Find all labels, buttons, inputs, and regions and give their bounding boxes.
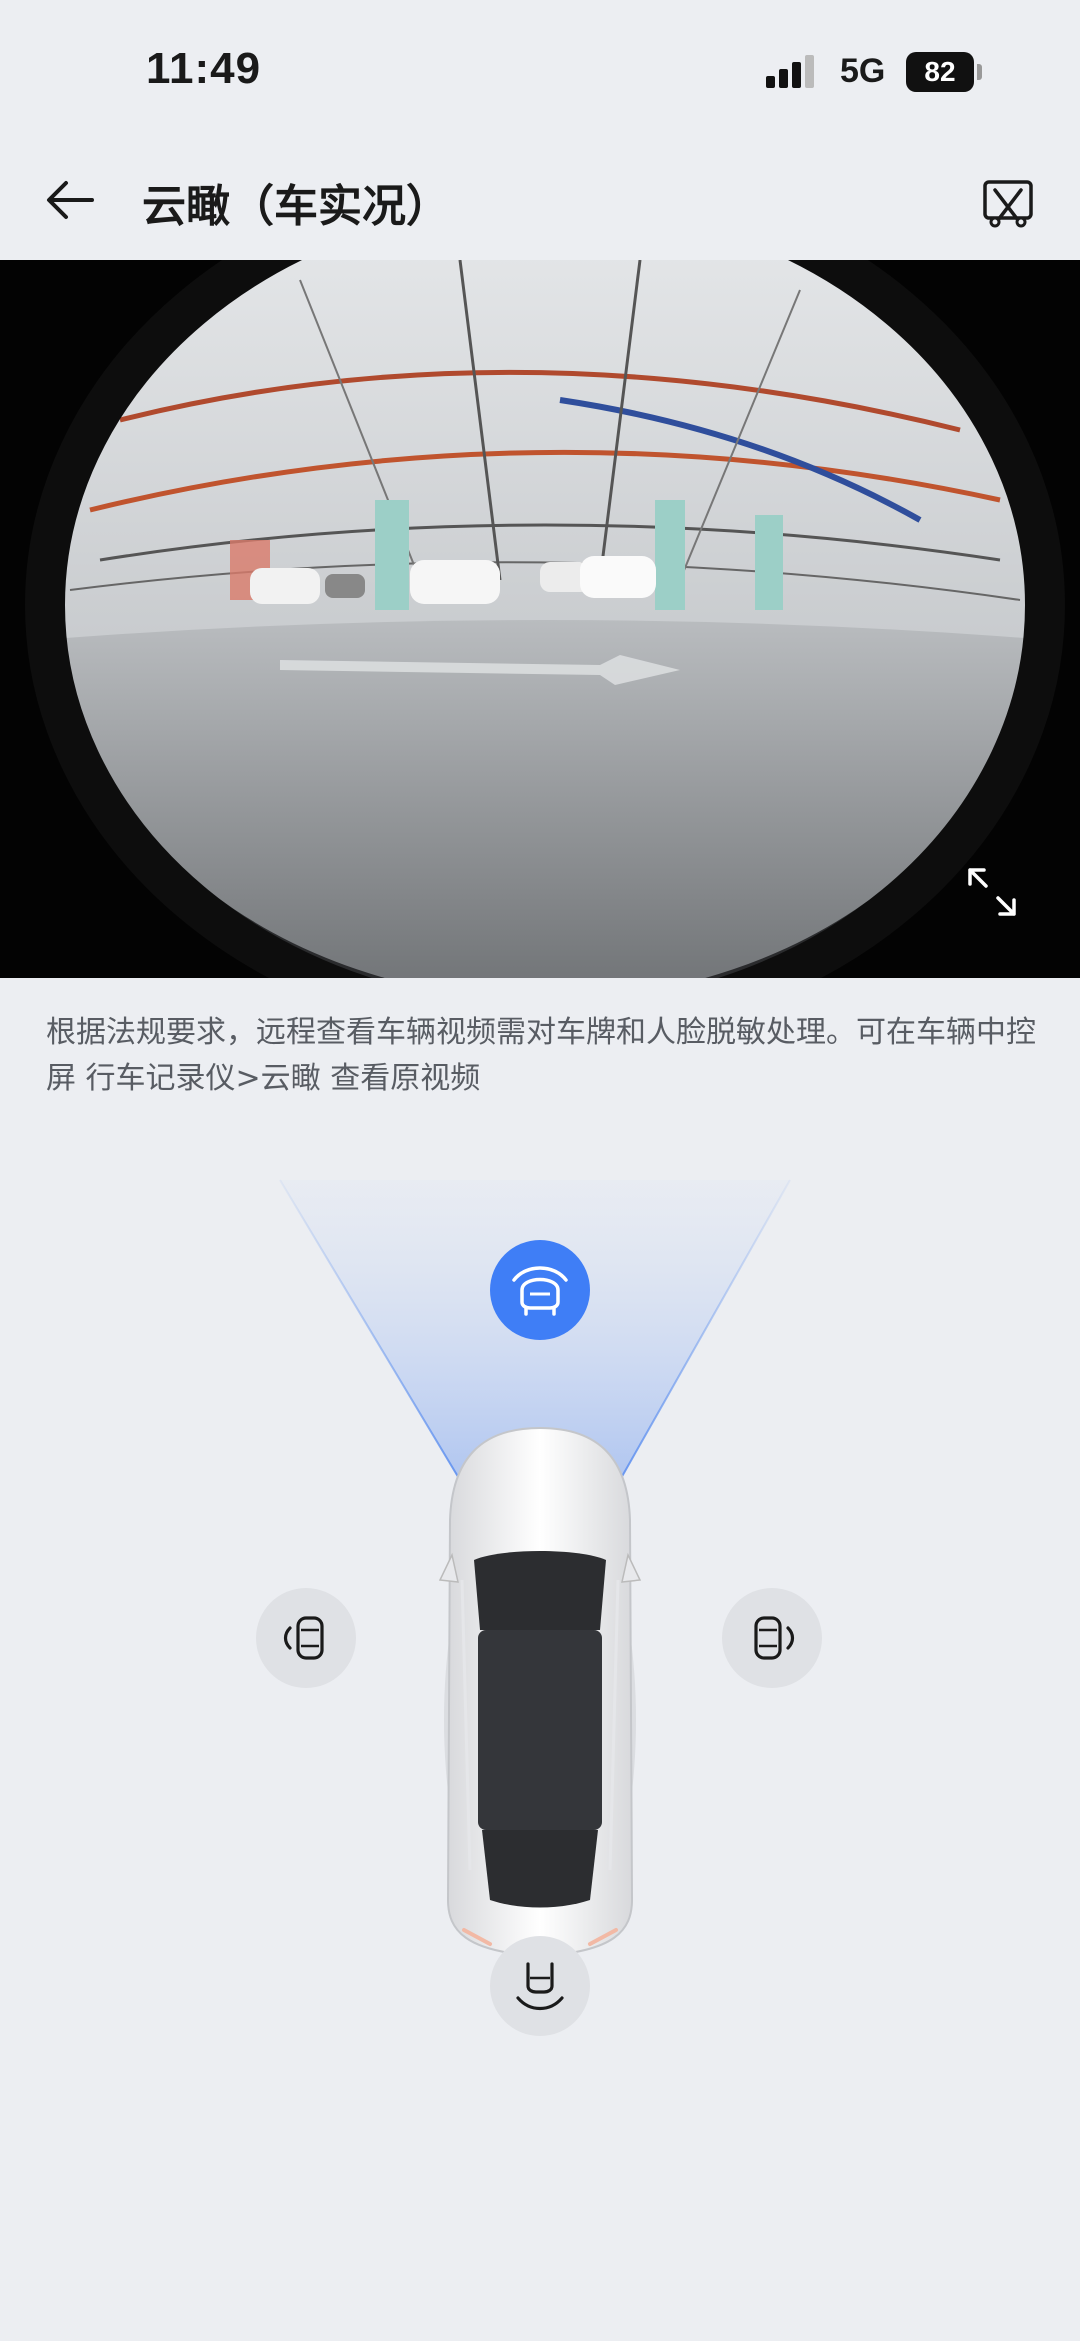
left-camera-icon <box>283 1616 324 1660</box>
camera-selector-diagram <box>0 1110 1080 2110</box>
cellular-signal-icon <box>766 55 814 88</box>
screen-cast-icon[interactable] <box>980 176 1036 232</box>
rear-camera-button[interactable] <box>490 1936 590 2036</box>
status-bar: 11:49 5G 82 <box>0 0 1080 140</box>
right-camera-icon <box>754 1616 795 1660</box>
back-arrow-icon[interactable] <box>40 170 100 230</box>
live-video-feed[interactable] <box>0 260 1080 978</box>
app-header: 云瞰（车实况） <box>0 140 1080 258</box>
page-title: 云瞰（车实况） <box>142 181 450 232</box>
privacy-notice: 根据法规要求，远程查看车辆视频需对车牌和人脸脱敏处理。可在车辆中控屏 行车记录仪… <box>46 1015 1036 1096</box>
right-camera-button[interactable] <box>722 1588 822 1688</box>
fullscreen-expand-icon[interactable] <box>964 864 1020 920</box>
front-camera-button[interactable] <box>490 1240 590 1340</box>
status-time: 11:49 <box>146 44 262 93</box>
battery-indicator: 82 <box>906 52 982 92</box>
front-camera-icon <box>512 1266 568 1316</box>
rear-camera-icon <box>516 1962 564 2011</box>
left-camera-button[interactable] <box>256 1588 356 1688</box>
network-type: 5G <box>840 52 886 90</box>
car-top-view <box>438 1426 642 1970</box>
fisheye-camera-image <box>0 260 1080 978</box>
